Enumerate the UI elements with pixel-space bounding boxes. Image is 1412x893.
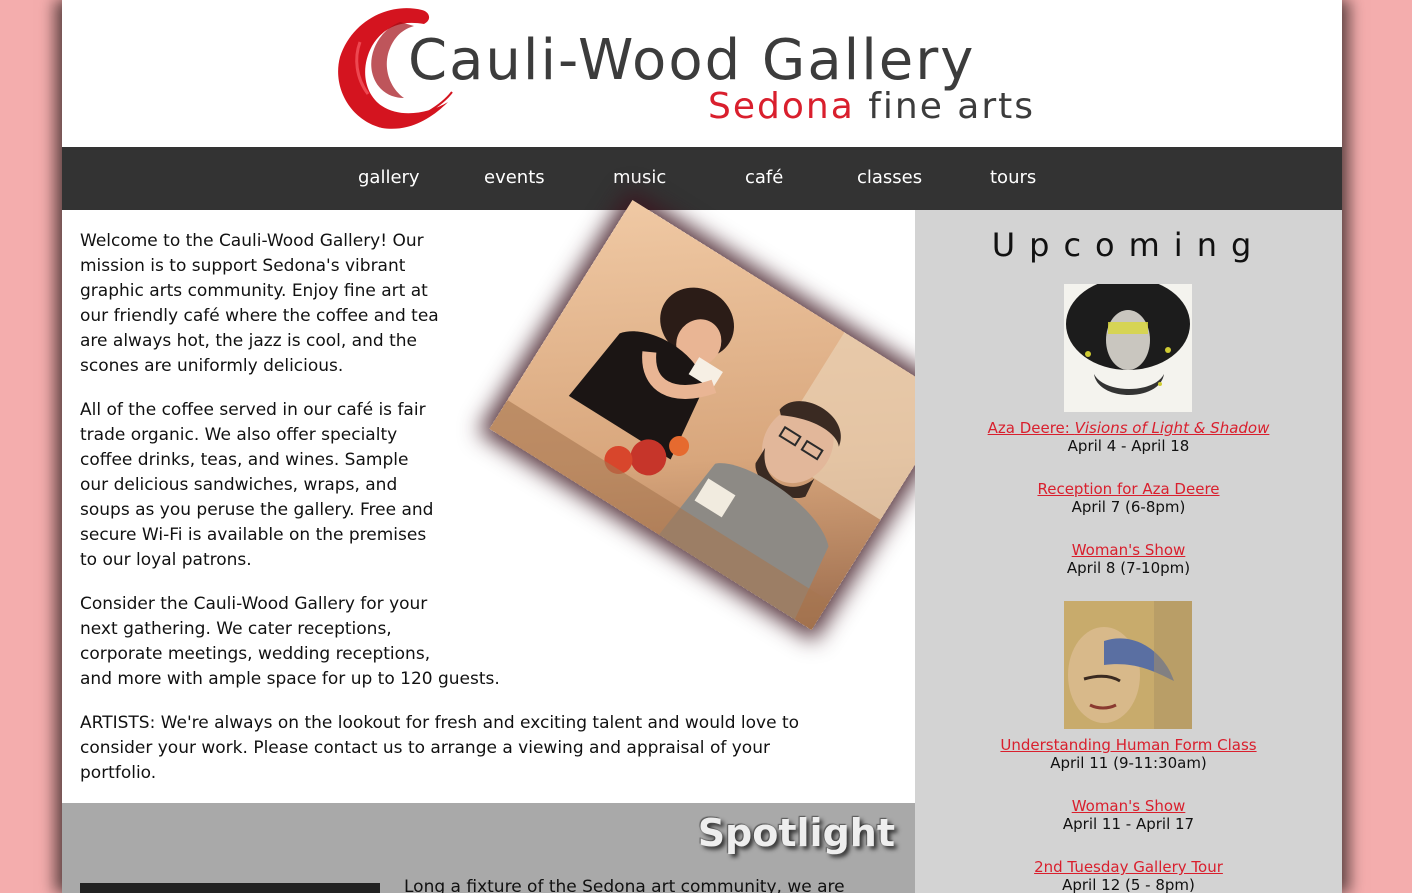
event-date: April 11 (9-11:30am) xyxy=(1050,754,1207,772)
event-date: April 4 - April 18 xyxy=(1067,437,1190,455)
coffee-line: our delicious sandwiches, wraps, and xyxy=(80,475,398,495)
spotlight-section: Spotlight Long a fixture of the Sedona a… xyxy=(62,803,915,893)
gathering-line: Consider the Cauli-Wood Gallery for your xyxy=(80,594,428,614)
event-link-reception[interactable]: Reception for Aza Deere xyxy=(915,480,1342,498)
nav-item-music[interactable]: music xyxy=(613,167,666,188)
spotlight-title: Spotlight xyxy=(697,811,895,855)
logo-subtitle-fine-arts: fine arts xyxy=(868,86,1036,127)
cafe-couple-illustration xyxy=(489,199,955,631)
coffee-line: to our loyal patrons. xyxy=(80,550,252,570)
gathering-line: next gathering. We cater receptions, xyxy=(80,619,392,639)
event-date: April 8 (7-10pm) xyxy=(1066,559,1191,577)
event-link-aza-deere[interactable]: Aza Deere: Visions of Light & Shadow xyxy=(915,419,1342,437)
nav-item-cafe[interactable]: café xyxy=(745,167,783,188)
artists-line: ARTISTS: We're always on the lookout for… xyxy=(80,713,800,733)
event-link-gallery-tour[interactable]: 2nd Tuesday Gallery Tour xyxy=(915,858,1342,876)
main-nav: gallery events music café classes tours xyxy=(62,147,1342,210)
artists-line: portfolio. xyxy=(80,763,157,783)
logo-title: Cauli-Wood Gallery xyxy=(408,28,976,93)
coffee-line: coffee drinks, teas, and wines. Sample xyxy=(80,450,409,470)
welcome-line: Welcome to the Cauli-Wood Gallery! Our xyxy=(80,231,424,251)
coffee-line: secure Wi-Fi is available on the premise… xyxy=(80,525,427,545)
nav-item-tours[interactable]: tours xyxy=(990,167,1036,188)
gathering-line: and more with ample space for up to 120 … xyxy=(80,669,500,689)
welcome-line: graphic arts community. Enjoy fine art a… xyxy=(80,281,428,301)
upcoming-sidebar: Upcoming Aza Deere: Visions of Light & S… xyxy=(915,210,1342,893)
welcome-line: our friendly café where the coffee and t… xyxy=(80,306,439,326)
logo-subtitle: Sedona fine arts xyxy=(708,86,1035,127)
artists-line: consider your work. Please contact us to… xyxy=(80,738,770,758)
event-link-womans-show[interactable]: Woman's Show xyxy=(915,541,1342,559)
event-link-title: Visions of Light & Shadow xyxy=(1074,419,1270,437)
logo-subtitle-sedona: Sedona xyxy=(708,86,855,127)
upcoming-title: Upcoming xyxy=(991,226,1266,264)
page: Cauli-Wood Gallery Sedona fine arts gall… xyxy=(62,0,1342,893)
welcome-paragraph: Welcome to the Cauli-Wood Gallery! Our m… xyxy=(80,229,439,379)
event-image-aza-deere[interactable] xyxy=(1064,284,1192,412)
main-content: Welcome to the Cauli-Wood Gallery! Our m… xyxy=(62,199,955,893)
coffee-line: trade organic. We also offer specialty xyxy=(80,425,398,445)
event-date: April 11 - April 17 xyxy=(1062,815,1195,833)
event-link-human-form-class[interactable]: Understanding Human Form Class xyxy=(915,736,1342,754)
event-link-womans-show[interactable]: Woman's Show xyxy=(915,797,1342,815)
spotlight-text: Long a fixture of the Sedona art communi… xyxy=(404,877,845,893)
artists-paragraph: ARTISTS: We're always on the lookout for… xyxy=(80,711,799,786)
gathering-paragraph: Consider the Cauli-Wood Gallery for your… xyxy=(80,592,500,692)
coffee-line: All of the coffee served in our café is … xyxy=(80,400,426,420)
nav-item-events[interactable]: events xyxy=(484,167,545,188)
welcome-line: scones are uniformly delicious. xyxy=(80,356,344,376)
event-link-prefix: Aza Deere: xyxy=(987,419,1075,437)
nav-item-classes[interactable]: classes xyxy=(857,167,922,188)
event-date: April 12 (5 - 8pm) xyxy=(1062,876,1195,893)
welcome-line: are always hot, the jazz is cool, and th… xyxy=(80,331,417,351)
aza-deere-portrait xyxy=(1064,284,1192,412)
nav-item-gallery[interactable]: gallery xyxy=(358,167,420,188)
welcome-line: mission is to support Sedona's vibrant xyxy=(80,256,406,276)
event-date: April 7 (6-8pm) xyxy=(1071,498,1186,516)
coffee-line: soups as you peruse the gallery. Free an… xyxy=(80,500,434,520)
human-form-portrait xyxy=(1064,601,1192,729)
coffee-paragraph: All of the coffee served in our café is … xyxy=(80,398,433,573)
spotlight-image xyxy=(80,883,380,893)
event-image-human-form[interactable] xyxy=(1064,601,1192,729)
cafe-couple-photo xyxy=(489,199,955,631)
gathering-line: corporate meetings, wedding receptions, xyxy=(80,644,431,664)
header: Cauli-Wood Gallery Sedona fine arts xyxy=(62,0,1342,147)
